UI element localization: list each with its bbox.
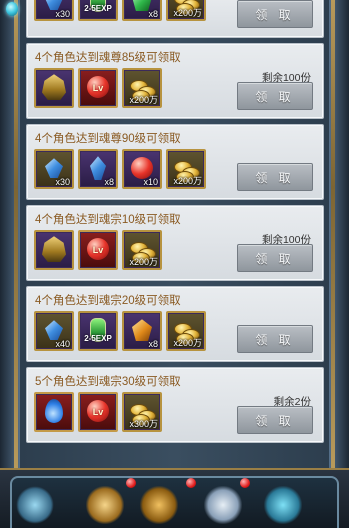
item-qty: x200万 (129, 257, 158, 267)
claim-button[interactable]: 领 取 (237, 325, 313, 353)
reward-slot[interactable]: Lv (78, 230, 118, 270)
item-qty: x200万 (173, 176, 202, 186)
crystal-icon (45, 320, 63, 341)
item-qty: x200万 (173, 338, 202, 348)
claim-button[interactable]: 领 取 (237, 82, 313, 110)
reward-condition: 5个角色达到魂宗30级可领取 (35, 376, 181, 388)
item-qty: x8 (148, 9, 158, 19)
reward-slot[interactable]: x8 (122, 311, 162, 351)
blue-drop-icon (45, 399, 63, 424)
reward-slot[interactable] (34, 230, 74, 270)
reward-items: Lv x300万 (34, 392, 162, 432)
reward-slot[interactable] (34, 392, 74, 432)
reward-slot[interactable]: x30 (34, 0, 74, 21)
reward-card: 4个角色达到魂尊90级可领取 x30 x8 x10 x200万 领 取 (26, 124, 324, 200)
armor-icon[interactable] (86, 486, 124, 524)
left-ornament (0, 0, 20, 468)
right-ornament (329, 0, 349, 468)
item-qty: x8 (104, 177, 114, 187)
treasure-icon[interactable] (140, 486, 178, 524)
claim-button[interactable]: 领 取 (237, 406, 313, 434)
gem-icon (6, 2, 18, 16)
item-qty: x300万 (129, 419, 158, 429)
reward-items: x30 x8 x10 x200万 (34, 149, 206, 189)
reward-items: Lv x200万 (34, 68, 162, 108)
reward-slot[interactable]: x200万 (166, 0, 206, 21)
reward-condition: 4个角色达到魂尊85级可领取 (35, 52, 181, 64)
item-qty: 2-5EXP (84, 4, 112, 13)
reward-slot[interactable]: x30 (34, 149, 74, 189)
reward-slot[interactable]: x8 (78, 149, 118, 189)
reward-slot[interactable]: Lv (78, 68, 118, 108)
reward-slot[interactable]: x8 (122, 0, 162, 21)
reward-list: x30 2-5EXP x8 x200万 领 取 4个角色达到魂尊85级可领取 L… (26, 0, 324, 448)
notification-dot-icon (126, 478, 136, 488)
item-qty: x10 (143, 177, 158, 187)
reward-slot[interactable]: x200万 (166, 149, 206, 189)
reward-slot[interactable]: x40 (34, 311, 74, 351)
reward-slot[interactable]: x200万 (166, 311, 206, 351)
red-orb-icon (131, 157, 153, 180)
reward-slot[interactable]: x200万 (122, 230, 162, 270)
bottom-nav (0, 468, 349, 528)
reward-items: x40 2-5EXP x8 x200万 (34, 311, 206, 351)
helmet-icon (42, 236, 66, 263)
wings-icon[interactable] (204, 486, 242, 524)
lv-label: Lv (92, 245, 104, 255)
back-arrow-icon[interactable] (16, 486, 54, 524)
claim-button[interactable]: 领 取 (237, 244, 313, 272)
amber-icon (132, 319, 152, 342)
helmet-icon (42, 74, 66, 101)
reward-card: 4个角色达到魂宗10级可领取 Lv x200万 剩余100份 领 取 (26, 205, 324, 281)
reward-slot[interactable]: Lv (78, 392, 118, 432)
item-qty: x200万 (173, 8, 202, 18)
reward-items: x30 2-5EXP x8 x200万 (34, 0, 206, 21)
reward-card: 4个角色达到魂尊85级可领取 Lv x200万 剩余100份 领 取 (26, 43, 324, 119)
reward-condition: 4个角色达到魂宗20级可领取 (35, 295, 181, 307)
reward-slot[interactable]: 2-5EXP (78, 311, 118, 351)
reward-items: Lv x200万 (34, 230, 162, 270)
reward-card: 5个角色达到魂宗30级可领取 Lv x300万 剩余2份 领 取 (26, 367, 324, 443)
item-qty: 2-5EXP (84, 334, 112, 343)
item-qty: x200万 (129, 95, 158, 105)
reward-slot[interactable]: 2-5EXP (78, 0, 118, 21)
item-qty: x30 (55, 9, 70, 19)
reward-slot[interactable]: x10 (122, 149, 162, 189)
reward-slot[interactable] (34, 68, 74, 108)
lv-label: Lv (92, 83, 104, 93)
reward-card: 4个角色达到魂宗20级可领取 x40 2-5EXP x8 x200万 领 取 (26, 286, 324, 362)
claim-button[interactable]: 领 取 (237, 163, 313, 191)
reward-condition: 4个角色达到魂宗10级可领取 (35, 214, 181, 226)
item-qty: x40 (55, 339, 70, 349)
crystal-icon (45, 158, 63, 179)
notification-dot-icon (240, 478, 250, 488)
lv-label: Lv (92, 407, 104, 417)
item-qty: x30 (55, 177, 70, 187)
reward-slot[interactable]: x200万 (122, 68, 162, 108)
reward-slot[interactable]: x300万 (122, 392, 162, 432)
emblem-icon[interactable] (264, 486, 302, 524)
reward-condition: 4个角色达到魂尊90级可领取 (35, 133, 181, 145)
item-qty: x8 (148, 339, 158, 349)
claim-button[interactable]: 领 取 (237, 0, 313, 28)
reward-card: x30 2-5EXP x8 x200万 领 取 (26, 0, 324, 38)
notification-dot-icon (186, 478, 196, 488)
